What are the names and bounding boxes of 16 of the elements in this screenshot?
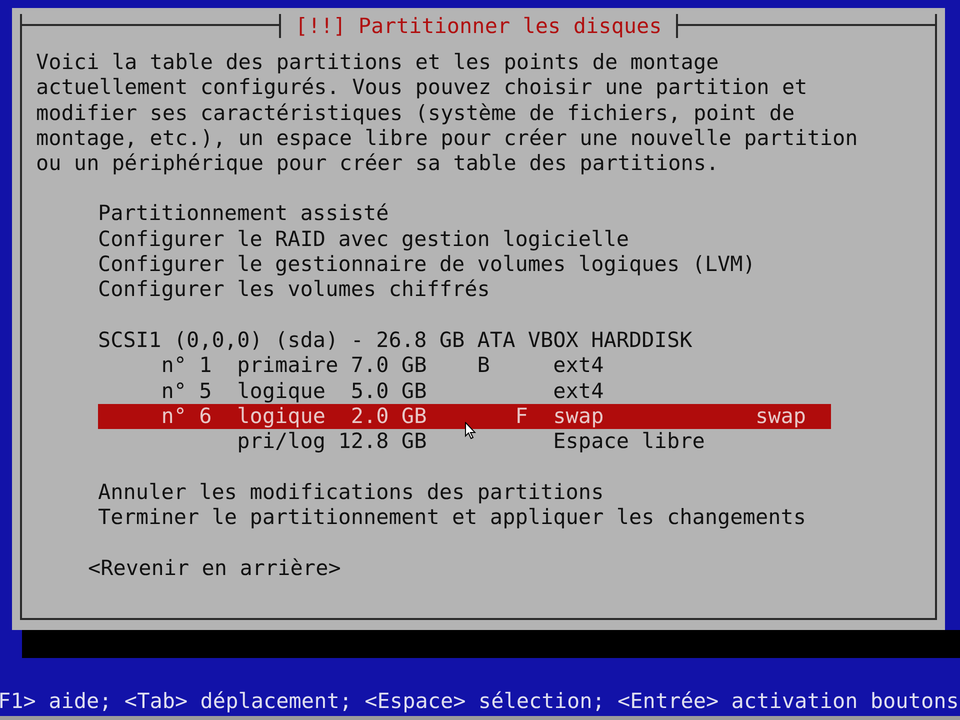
message-text: Voici la table des partitions et les points de montage actuellement configurés. Vous pouvez choisir une partition et modifier ses caractéristiques (système de fichiers, point de montage, etc.), un espace libre pour créer une nouvelle partition ou un périphérique pour créer sa table des partitions.: [36, 50, 859, 176]
partition-row[interactable]: n° 1 primaire 7.0 GB B ext4: [98, 353, 832, 379]
menu-item[interactable]: Terminer le partitionnement et appliquer les changements: [98, 505, 832, 530]
partition-row[interactable]: n° 6 logique 2.0 GB F swap swap: [98, 404, 832, 430]
partition-row[interactable]: n° 5 logique 5.0 GB ext4: [98, 378, 832, 404]
menu-item[interactable]: Partitionnement assisté: [98, 201, 832, 227]
menu-item[interactable]: Configurer le RAID avec gestion logicielle: [98, 226, 832, 252]
disk-row[interactable]: SCSI1 (0,0,0) (sda) - 26.8 GB ATA VBOX HARDDISK: [98, 328, 832, 354]
help-line: F1> aide; <Tab> déplacement; <Espace> sélection; <Entrée> activation boutons: [0, 689, 960, 714]
mouse-pointer-icon: [465, 422, 476, 439]
partition-row[interactable]: pri/log 12.8 GB Espace libre: [98, 429, 832, 454]
menu-item[interactable]: Annuler les modifications des partitions: [98, 480, 832, 506]
menu-item[interactable]: Configurer les volumes chiffrés: [98, 277, 832, 303]
dialog-title: [!!] Partitionner les disques: [278, 14, 678, 38]
menu-item[interactable]: Configurer le gestionnaire de volumes logiques (LVM): [98, 252, 832, 278]
back-button[interactable]: <Revenir en arrière>: [88, 556, 341, 581]
